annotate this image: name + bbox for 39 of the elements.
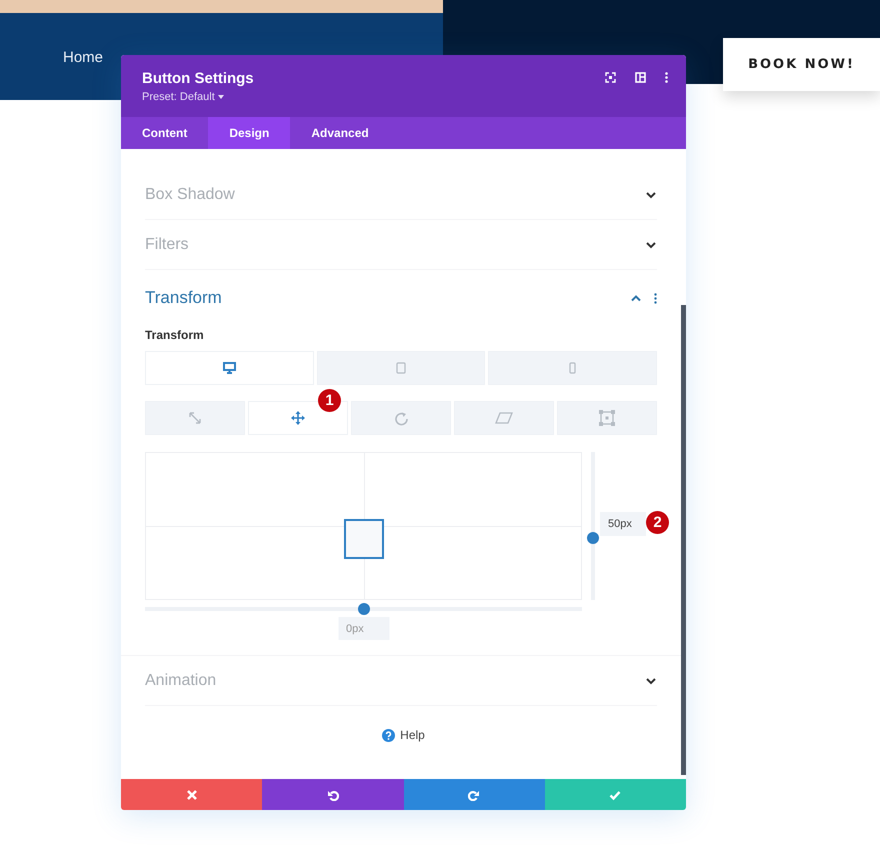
tab[interactable]: Content bbox=[121, 117, 208, 149]
more-options-icon[interactable] bbox=[654, 292, 657, 304]
more-options-icon[interactable] bbox=[665, 72, 668, 83]
origin-icon bbox=[599, 410, 615, 426]
slider-thumb[interactable] bbox=[358, 603, 370, 615]
fullscreen-icon[interactable] bbox=[605, 72, 616, 83]
diagonal-arrows-icon bbox=[188, 411, 202, 425]
chevron-down-icon[interactable] bbox=[645, 676, 657, 684]
chevron-up-icon[interactable] bbox=[630, 294, 642, 302]
move-icon bbox=[291, 411, 305, 425]
caret-icon bbox=[218, 95, 224, 99]
phone-icon bbox=[569, 362, 576, 374]
step-marker: 2 bbox=[646, 510, 669, 534]
undo-icon bbox=[328, 790, 339, 800]
checkmark-icon bbox=[610, 790, 621, 800]
parallelogram-icon bbox=[495, 412, 513, 424]
tab[interactable]: Design bbox=[208, 117, 290, 149]
redo-icon bbox=[468, 790, 480, 800]
slider-thumb[interactable] bbox=[587, 532, 599, 544]
tablet-icon bbox=[396, 362, 406, 374]
step-marker: 1 bbox=[318, 389, 341, 412]
split-view-icon[interactable] bbox=[635, 72, 646, 83]
rotate-icon bbox=[394, 410, 408, 426]
modal-title: Button Settings bbox=[142, 70, 255, 87]
chevron-down-icon[interactable] bbox=[645, 190, 657, 198]
chevron-down-icon[interactable] bbox=[645, 240, 657, 248]
element-preview bbox=[344, 518, 384, 559]
tab[interactable]: Advanced bbox=[290, 117, 390, 149]
close-icon bbox=[186, 789, 197, 800]
preset-dropdown[interactable]: Preset: Default bbox=[142, 91, 605, 103]
input-field[interactable]: 50px bbox=[600, 512, 646, 536]
field-label: Transform bbox=[145, 328, 204, 342]
section-title[interactable]: Transform bbox=[145, 288, 222, 308]
nav-link[interactable]: Home bbox=[63, 49, 104, 66]
book-now-button[interactable]: BOOK NOW! bbox=[723, 38, 880, 91]
help-link[interactable]: Help bbox=[400, 728, 425, 742]
scrollbar[interactable] bbox=[681, 305, 686, 775]
help-icon[interactable] bbox=[382, 728, 396, 742]
monitor-icon bbox=[222, 362, 236, 374]
